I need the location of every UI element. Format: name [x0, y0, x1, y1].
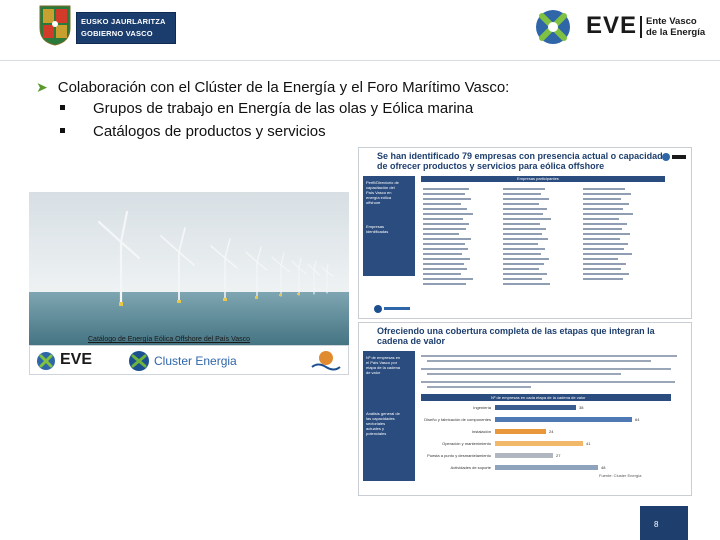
- company-table-header: Empresas participantes: [421, 176, 665, 182]
- cluster-energia-wordmark: Cluster Energia: [154, 354, 237, 368]
- chart-title: Nº de empresas en cada etapa de la caden…: [491, 395, 586, 400]
- arrow-bullet-icon: ➤: [36, 79, 48, 95]
- header-divider: [0, 60, 720, 61]
- bar-value-label: 27: [556, 453, 561, 458]
- bar-label: Operación y mantenimiento: [442, 441, 491, 446]
- side-panel-text: Análisis general de las capacidades sect…: [366, 411, 400, 436]
- bar-value-label: 38: [579, 405, 584, 410]
- report-page-companies: Se han identificado 79 empresas con pres…: [358, 147, 692, 319]
- catalogue-cover-logos: EVE Cluster Energia: [29, 345, 349, 375]
- foro-maritimo-logo-icon: [311, 351, 341, 371]
- bar-value-label: 48: [601, 465, 606, 470]
- catalogue-caption: Catálogo de Energía Eólica Offshore del …: [88, 336, 251, 343]
- wind-farm-image: [29, 192, 349, 352]
- cluster-mini-logo-icon: [374, 305, 410, 313]
- square-bullet-icon: [60, 127, 65, 133]
- company-list-columns: [423, 188, 633, 285]
- eve-emblem-icon: [536, 10, 570, 44]
- coat-of-arms-icon: [39, 5, 71, 46]
- report-title-line: cadena de valor: [377, 336, 446, 346]
- heading-text: Colaboración con el Clúster de la Energí…: [57, 79, 510, 96]
- section-heading: ➤ Colaboración con el Clúster de la Energ…: [36, 79, 509, 96]
- bar-value-label: 64: [635, 417, 640, 422]
- eve-mini-logo-icon: [662, 153, 686, 161]
- bar-value-label: 41: [586, 441, 591, 446]
- cluster-emblem-icon: [129, 351, 149, 371]
- eve-logo: EVE Ente Vasco de la Energía: [528, 8, 705, 46]
- report-title-line: Ofreciendo una cobertura completa de las…: [377, 326, 655, 336]
- bar-label: Diseño y fabricación de componentes: [424, 417, 491, 422]
- report-page-value-chain: Ofreciendo una cobertura completa de las…: [358, 322, 692, 496]
- bar-label: Instalación: [471, 429, 491, 434]
- bullet-item: Grupos de trabajo en Energía de las olas…: [60, 100, 473, 117]
- side-panel-text: Nº de empresas en el País Vasco por etap…: [366, 355, 401, 375]
- gv-line-2: GOBIERNO VASCO: [81, 29, 153, 38]
- offshore-wind-photo: [29, 192, 349, 352]
- bullet-text: Catálogos de productos y servicios: [93, 123, 326, 140]
- chart-source: Fuente: Cluster Energía: [599, 473, 642, 478]
- cover-eve-wordmark: EVE: [60, 351, 93, 368]
- eve-emblem-icon: [37, 352, 55, 370]
- chart-bar: [495, 453, 553, 458]
- gobierno-vasco-logo: EUSKO JAURLARITZA GOBIERNO VASCO: [36, 4, 176, 48]
- chart-bar: [495, 465, 598, 470]
- bar-value-label: 24: [549, 429, 554, 434]
- square-bullet-icon: [60, 104, 65, 110]
- report-side-panel: Nº de empresas en el País Vasco por etap…: [363, 351, 415, 481]
- table-header-text: Empresas participantes: [517, 176, 559, 181]
- report-title-line: de ofrecer productos y servicios para eó…: [377, 161, 605, 171]
- gobierno-vasco-wordmark: EUSKO JAURLARITZA GOBIERNO VASCO: [76, 12, 176, 44]
- value-chain-bar-chart: Ingeniería 38 Diseño y fabricación de comp…: [421, 403, 671, 481]
- eve-wordmark: EVE: [586, 12, 638, 39]
- bar-label: Ingeniería: [473, 405, 491, 410]
- chart-header-band: Nº de empresas en cada etapa de la caden…: [421, 394, 671, 401]
- chart-bar: [495, 417, 632, 422]
- bullet-item: Catálogos de productos y servicios: [60, 123, 326, 140]
- bar-label: Actividades de soporte: [450, 465, 491, 470]
- chart-bar: [495, 405, 576, 410]
- eve-divider: [640, 16, 642, 38]
- slide-number: 8: [654, 520, 659, 529]
- report-side-panel: Perfil/Directorio de capacitación del Pa…: [363, 176, 415, 276]
- eve-full-name: Ente Vasco de la Energía: [646, 16, 706, 38]
- bar-label: Puesta a punto y desmantelamiento: [427, 453, 491, 458]
- chart-bar: [495, 429, 546, 434]
- side-panel-text: Empresas identificadas: [366, 224, 389, 234]
- slide-number-badge: 8: [640, 506, 688, 540]
- bullet-text: Grupos de trabajo en Energía de las olas…: [93, 100, 474, 117]
- report-title-line: Se han identificado 79 empresas con pres…: [377, 151, 663, 161]
- gv-line-1: EUSKO JAURLARITZA: [81, 17, 166, 26]
- chart-bar: [495, 441, 583, 446]
- side-panel-text: Perfil/Directorio de capacitación del Pa…: [366, 180, 399, 205]
- report-text-lines: [421, 355, 677, 388]
